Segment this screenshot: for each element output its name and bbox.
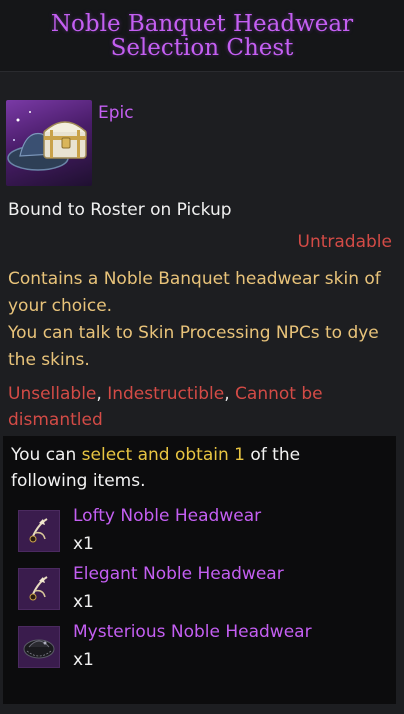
unsellable-tag: Unsellable	[8, 384, 97, 404]
item-grade: Epic	[98, 103, 134, 123]
title-bar: Noble Banquet Headwear Selection Chest	[0, 0, 404, 72]
reward-name: Elegant Noble Headwear	[73, 564, 284, 584]
reward-name: Mysterious Noble Headwear	[73, 622, 312, 642]
selection-panel: You can select and obtain 1 of the follo…	[3, 436, 396, 704]
item-title: Noble Banquet Headwear Selection Chest	[50, 10, 354, 61]
reward-name: Lofty Noble Headwear	[73, 506, 262, 526]
intro-text: You can	[11, 445, 82, 465]
restrictions: Unsellable, Indestructible, Cannot be di…	[8, 381, 396, 433]
feathered-headwear-icon	[18, 568, 60, 610]
indestructible-tag: Indestructible	[107, 384, 225, 404]
bound-status: Bound to Roster on Pickup	[8, 200, 232, 220]
reward-quantity: x1	[73, 534, 94, 554]
treasure-chest-with-hat-icon	[6, 100, 92, 186]
feathered-headwear-icon	[18, 510, 60, 552]
reward-quantity: x1	[73, 592, 94, 612]
reward-item-mysterious[interactable]: Mysterious Noble Headwear x1	[18, 622, 378, 674]
item-tooltip: Noble Banquet Headwear Selection Chest E…	[0, 0, 404, 714]
reward-item-elegant[interactable]: Elegant Noble Headwear x1	[18, 564, 378, 616]
selection-intro: You can select and obtain 1 of the follo…	[11, 442, 381, 494]
separator: ,	[224, 384, 236, 404]
trade-status: Untradable	[297, 232, 392, 252]
intro-count: 1	[234, 445, 245, 465]
item-description: Contains a Noble Banquet headwear skin o…	[8, 266, 396, 374]
description-line-2: You can talk to Skin Processing NPCs to …	[8, 323, 379, 370]
intro-highlight: select and obtain	[81, 445, 229, 465]
veiled-hat-icon	[18, 626, 60, 668]
description-line-1: Contains a Noble Banquet headwear skin o…	[8, 269, 381, 316]
reward-quantity: x1	[73, 650, 94, 670]
separator: ,	[96, 384, 108, 404]
reward-item-lofty[interactable]: Lofty Noble Headwear x1	[18, 506, 378, 558]
